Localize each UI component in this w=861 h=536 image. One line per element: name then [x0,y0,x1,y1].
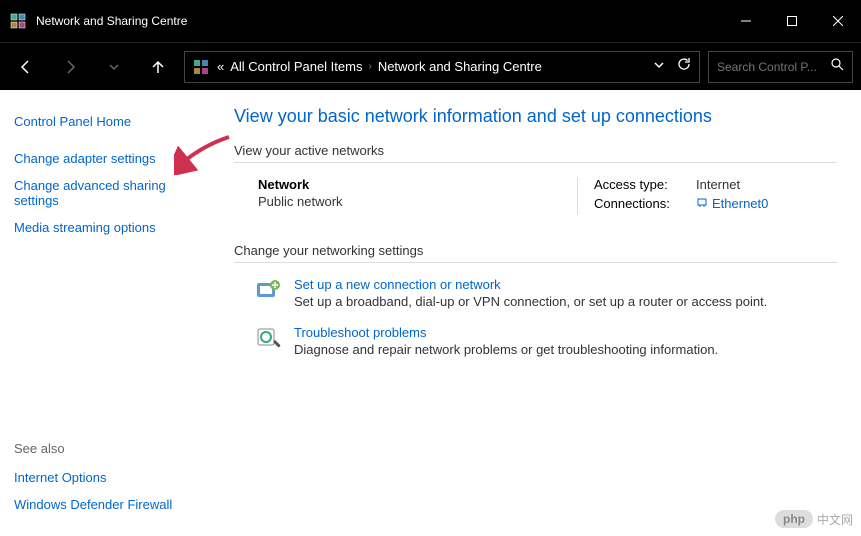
troubleshoot-link[interactable]: Troubleshoot problems [294,325,718,340]
back-button[interactable] [8,49,44,85]
troubleshoot-desc: Diagnose and repair network problems or … [294,342,718,357]
connections-label: Connections: [594,196,684,211]
media-streaming-link[interactable]: Media streaming options [14,214,196,241]
connection-link[interactable]: Ethernet0 [696,196,768,211]
network-name: Network [258,177,577,192]
setup-connection-icon [254,277,282,305]
connection-name: Ethernet0 [712,196,768,211]
ethernet-icon [696,196,708,211]
change-settings-header: Change your networking settings [234,243,837,263]
see-also-label: See also [14,435,196,464]
window-title: Network and Sharing Centre [36,14,723,28]
recent-button[interactable] [96,49,132,85]
watermark-text: 中文网 [817,511,853,528]
watermark-badge: php [775,510,813,528]
internet-options-link[interactable]: Internet Options [14,464,196,491]
dropdown-icon[interactable] [653,58,665,76]
chevron-right-icon[interactable]: › [368,61,371,72]
control-panel-home-link[interactable]: Control Panel Home [14,108,196,135]
refresh-button[interactable] [677,57,691,76]
address-icon [193,59,209,75]
sidebar: Control Panel Home Change adapter settin… [0,90,210,536]
watermark: php 中文网 [775,510,853,528]
active-networks-header: View your active networks [234,143,837,163]
access-type-label: Access type: [594,177,684,192]
troubleshoot-item: Troubleshoot problems Diagnose and repai… [234,325,837,357]
breadcrumb: « All Control Panel Items › Network and … [217,59,542,74]
setup-connection-item: Set up a new connection or network Set u… [234,277,837,309]
troubleshoot-icon [254,325,282,353]
titlebar[interactable]: Network and Sharing Centre [0,0,861,42]
network-type: Public network [258,194,577,209]
search-box[interactable] [708,51,853,83]
page-title: View your basic network information and … [234,106,837,127]
breadcrumb-item[interactable]: Network and Sharing Centre [378,59,542,74]
change-advanced-sharing-link[interactable]: Change advanced sharing settings [14,172,196,214]
breadcrumb-item[interactable]: All Control Panel Items [230,59,362,74]
main-panel: View your basic network information and … [210,90,861,536]
network-info: Network Public network Access type: Inte… [234,177,837,215]
breadcrumb-prefix[interactable]: « [217,59,224,74]
change-adapter-settings-link[interactable]: Change adapter settings [14,145,196,172]
address-bar[interactable]: « All Control Panel Items › Network and … [184,51,700,83]
firewall-link[interactable]: Windows Defender Firewall [14,491,196,518]
navigation-bar: « All Control Panel Items › Network and … [0,42,861,90]
up-button[interactable] [140,49,176,85]
search-input[interactable] [717,60,827,74]
search-icon[interactable] [831,58,844,76]
app-icon [10,13,26,29]
access-type-value: Internet [696,177,740,192]
content-area: Control Panel Home Change adapter settin… [0,90,861,536]
setup-connection-link[interactable]: Set up a new connection or network [294,277,767,292]
see-also-section: See also Internet Options Windows Defend… [14,435,196,518]
close-button[interactable] [815,0,861,42]
forward-button[interactable] [52,49,88,85]
minimize-button[interactable] [723,0,769,42]
maximize-button[interactable] [769,0,815,42]
window-controls [723,0,861,42]
setup-connection-desc: Set up a broadband, dial-up or VPN conne… [294,294,767,309]
